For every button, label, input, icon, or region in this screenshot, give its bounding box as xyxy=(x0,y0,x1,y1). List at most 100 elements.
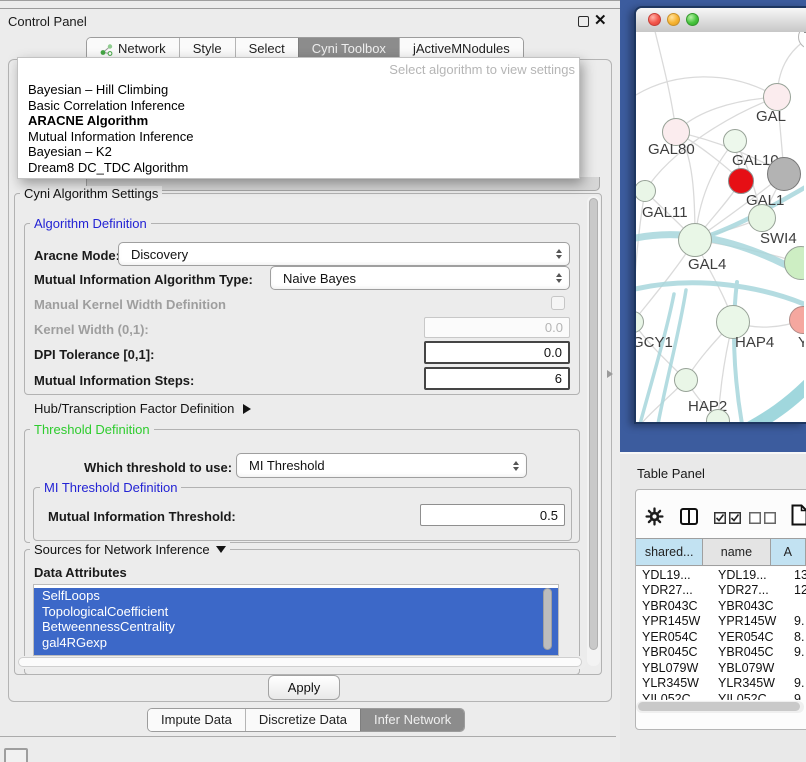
network-node-gal10[interactable] xyxy=(723,129,747,153)
tab-discretize-data[interactable]: Discretize Data xyxy=(245,709,360,731)
table-cell: 12 xyxy=(788,583,806,597)
minimize-traffic-light-icon[interactable] xyxy=(667,13,680,26)
algorithm-option[interactable]: Bayesian – K2 xyxy=(18,144,579,160)
network-canvas[interactable]: GALGAL80GAL10GAL1GAL11SWI4GAL4GCY1HAP4YH… xyxy=(636,32,804,422)
algorithm-option[interactable]: Bayesian – Hill Climbing xyxy=(18,82,579,98)
mi-steps-input[interactable]: 6 xyxy=(424,367,570,390)
algorithm-option[interactable]: Dream8 DC_TDC Algorithm xyxy=(18,160,579,176)
algorithm-option[interactable]: Mutual Information Inference xyxy=(18,129,579,145)
aracne-mode-select[interactable]: Discovery xyxy=(118,242,570,266)
unchecked-checkboxes-icon[interactable] xyxy=(749,511,776,529)
table-cell: YDL19... xyxy=(636,568,712,582)
which-threshold-value: MI Threshold xyxy=(249,458,325,473)
mi-threshold-input[interactable]: 0.5 xyxy=(420,504,565,526)
network-node-gal11[interactable] xyxy=(636,180,656,202)
expander-down-icon xyxy=(216,546,226,553)
zoom-traffic-light-icon[interactable] xyxy=(686,13,699,26)
checked-checkboxes-icon[interactable] xyxy=(714,511,741,529)
network-window-titlebar[interactable] xyxy=(636,8,806,33)
dpi-tolerance-input[interactable]: 0.0 xyxy=(424,341,570,364)
column-header-clipped[interactable]: A xyxy=(771,539,806,565)
settings-horizontal-scrollbar-thumb[interactable] xyxy=(18,657,582,667)
network-node[interactable] xyxy=(784,246,804,280)
network-node-swi4[interactable] xyxy=(748,204,776,232)
kernel-width-label: Kernel Width (0,1): xyxy=(34,322,149,337)
table-cell: 8. xyxy=(788,630,806,644)
tab-label: Impute Data xyxy=(161,709,232,731)
table-cell: YBR045C xyxy=(636,645,712,659)
network-node[interactable] xyxy=(767,157,801,191)
tab-impute-data[interactable]: Impute Data xyxy=(148,709,245,731)
node-label: SWI4 xyxy=(760,230,797,247)
table-row[interactable]: YER054CYER054C8. xyxy=(636,629,806,645)
window-title: Control Panel xyxy=(8,14,87,29)
table-cell: 9. xyxy=(788,645,806,659)
network-node-gal1[interactable] xyxy=(728,168,754,194)
table-cell: YBR045C xyxy=(712,645,788,659)
table-cell: YDL19... xyxy=(712,568,788,582)
attributes-scrollbar-thumb[interactable] xyxy=(543,588,552,650)
algorithm-definition-title: Algorithm Definition xyxy=(30,216,151,231)
node-label: Y xyxy=(798,334,804,351)
apply-button[interactable]: Apply xyxy=(268,675,340,700)
table-row[interactable]: YBL079WYBL079W xyxy=(636,660,806,676)
hub-definition-expander[interactable]: Hub/Transcription Factor Definition xyxy=(34,401,251,416)
data-attributes-list[interactable]: SelfLoopsTopologicalCoefficientBetweenne… xyxy=(33,584,559,656)
gear-icon[interactable] xyxy=(645,507,664,531)
covered-combobox-edge xyxy=(86,177,600,191)
threshold-definition-title: Threshold Definition xyxy=(30,422,154,437)
column-header-shared[interactable]: shared... xyxy=(636,539,703,565)
top-divider xyxy=(0,0,622,1)
network-node-layer: GALGAL80GAL10GAL1GAL11SWI4GAL4GCY1HAP4YH… xyxy=(636,32,804,422)
sources-group-title[interactable]: Sources for Network Inference xyxy=(30,542,230,557)
algorithm-dropdown-popup: Select algorithm to view settings Bayesi… xyxy=(17,57,580,179)
network-node-gal[interactable] xyxy=(763,83,791,111)
table-row[interactable]: YBR043CYBR043C xyxy=(636,598,806,614)
settings-vertical-scrollbar-thumb[interactable] xyxy=(589,198,598,650)
table-row[interactable]: YPR145WYPR145W9. xyxy=(636,614,806,630)
table-cell: YER054C xyxy=(636,630,712,644)
table-cell: 9. xyxy=(788,676,806,690)
manual-kernel-width-checkbox[interactable] xyxy=(551,296,565,310)
network-node-hap2[interactable] xyxy=(674,368,698,392)
table-row[interactable]: YIL052CYIL052C9 xyxy=(636,691,806,700)
float-window-icon[interactable] xyxy=(578,16,589,27)
aracne-mode-label: Aracne Mode: xyxy=(34,248,120,263)
screen: Control Panel ✕ Network Style Select Cyn… xyxy=(0,0,806,762)
algorithm-option[interactable]: ARACNE Algorithm xyxy=(18,113,579,129)
table-row[interactable]: YLR345WYLR345W9. xyxy=(636,676,806,692)
algorithm-option[interactable]: Basic Correlation Inference xyxy=(18,98,579,114)
table-row[interactable]: YBR045CYBR045C9. xyxy=(636,645,806,661)
table-cell: YLR345W xyxy=(636,676,712,690)
table-row[interactable]: YDL19...YDL19...13 xyxy=(636,567,806,583)
table-body[interactable]: YDL19...YDL19...13YDR27...YDR27...12YBR0… xyxy=(636,567,806,700)
table-row[interactable]: YDR27...YDR27...12 xyxy=(636,583,806,599)
table-cell: YIL052C xyxy=(636,692,712,700)
tab-infer-network[interactable]: Infer Network xyxy=(360,709,464,731)
data-attribute-item[interactable]: TopologicalCoefficient xyxy=(34,604,558,620)
table-cell: 9. xyxy=(788,614,806,628)
close-icon[interactable]: ✕ xyxy=(594,11,607,29)
node-label: GCY1 xyxy=(636,334,673,351)
aracne-mode-value: Discovery xyxy=(131,247,188,262)
network-node-y[interactable] xyxy=(789,306,804,334)
corner-widget-icon[interactable] xyxy=(4,748,28,762)
mi-algorithm-type-select[interactable]: Naive Bayes xyxy=(270,266,570,290)
data-attribute-item[interactable]: SelfLoops xyxy=(34,588,558,604)
column-header-name[interactable]: name xyxy=(703,539,770,565)
data-attribute-item[interactable]: gal4RGexp xyxy=(34,635,558,651)
which-threshold-select[interactable]: MI Threshold xyxy=(236,453,527,478)
network-node-gcy1[interactable] xyxy=(636,311,644,333)
table-header-row: shared... name A xyxy=(636,538,806,566)
network-node-gal4[interactable] xyxy=(678,223,712,257)
panel-divider-handle[interactable] xyxy=(607,370,613,378)
data-attribute-item[interactable]: BetweennessCentrality xyxy=(34,619,558,635)
kernel-width-input[interactable]: 0.0 xyxy=(424,317,570,338)
network-node[interactable] xyxy=(798,32,804,49)
table-horizontal-scrollbar-thumb[interactable] xyxy=(638,702,800,711)
data-attributes-label: Data Attributes xyxy=(34,565,127,580)
columns-icon[interactable] xyxy=(680,508,698,530)
document-icon[interactable] xyxy=(791,504,806,531)
close-traffic-light-icon[interactable] xyxy=(648,13,661,26)
table-cell: YER054C xyxy=(712,630,788,644)
